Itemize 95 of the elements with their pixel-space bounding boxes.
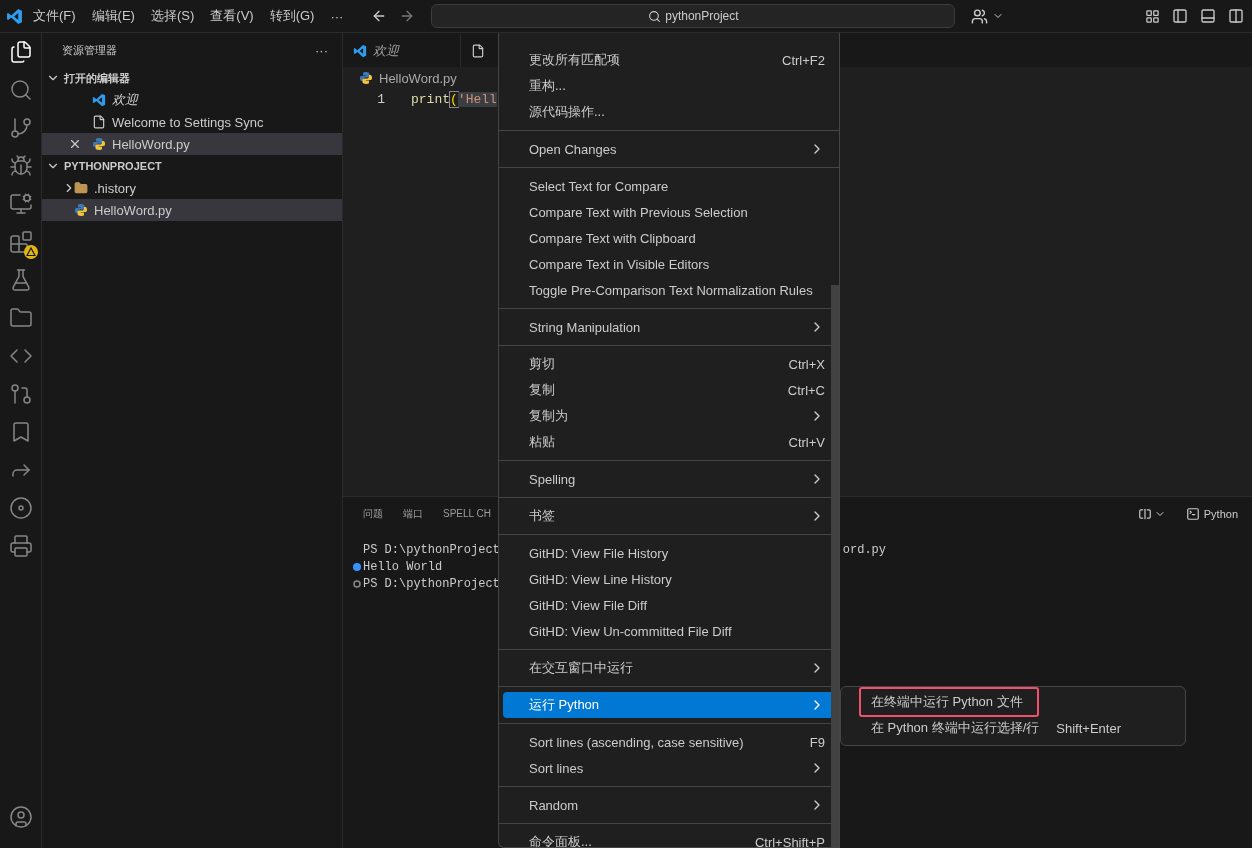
menu-item[interactable]: Compare Text with Clipboard xyxy=(503,225,835,251)
folder-icon xyxy=(74,181,88,195)
tree-item[interactable]: HelloWord.py xyxy=(42,199,342,221)
account-icon[interactable] xyxy=(7,804,34,830)
tree-item[interactable]: .history xyxy=(42,177,342,199)
close-icon[interactable] xyxy=(68,137,82,151)
search-icon xyxy=(648,9,662,23)
menu-item[interactable]: 转到(G) xyxy=(263,7,321,25)
panel-tab[interactable]: 端口 xyxy=(403,506,423,522)
menu-item[interactable]: 在终端中运行 Python 文件 xyxy=(859,687,1039,717)
section-title: 打开的编辑器 xyxy=(64,70,130,86)
shortcut: Ctrl+V xyxy=(788,434,825,450)
python-icon xyxy=(92,137,106,151)
menu-item[interactable]: 复制 Ctrl+C xyxy=(503,377,835,403)
tree-item[interactable]: 欢迎 xyxy=(42,89,342,111)
section-header[interactable]: 打开的编辑器 xyxy=(42,67,342,89)
menu-item[interactable]: Select Text for Compare xyxy=(503,173,835,199)
menu-item[interactable]: 更改所有匹配项 Ctrl+F2 xyxy=(503,47,835,73)
terminal-icon xyxy=(1185,507,1200,521)
menu-item[interactable]: Compare Text with Previous Selection xyxy=(503,199,835,225)
vscode-logo-icon xyxy=(6,7,23,25)
menu-item[interactable]: 重构... xyxy=(503,73,835,99)
menu-item[interactable]: Spelling xyxy=(503,466,835,492)
shortcut: Ctrl+X xyxy=(788,356,825,372)
status-dot-icon xyxy=(353,579,361,588)
shortcut: Ctrl+Shift+P xyxy=(754,834,825,847)
menu-item[interactable]: Toggle Pre-Comparison Text Normalization Rules xyxy=(503,277,835,303)
shortcut: F9 xyxy=(809,734,825,750)
menu-item[interactable]: Compare Text in Visible Editors xyxy=(503,251,835,277)
menu-item[interactable]: Sort lines xyxy=(503,755,835,781)
shortcut: Ctrl+F2 xyxy=(782,52,825,68)
menu-item[interactable]: GitHD: View File History xyxy=(503,540,835,566)
search-field[interactable]: pythonProject xyxy=(431,4,956,28)
more-button[interactable]: ··· xyxy=(315,42,328,58)
menu-item[interactable]: 编辑(E) xyxy=(85,7,141,25)
menu-item[interactable]: 粘贴 Ctrl+V xyxy=(503,429,835,455)
panel-tab[interactable]: 问题 xyxy=(363,506,383,522)
more-menu[interactable]: ··· xyxy=(324,8,350,24)
python-icon xyxy=(74,203,88,217)
layout-icon[interactable] xyxy=(1145,8,1160,24)
menu-item[interactable]: 查看(V) xyxy=(204,7,260,25)
menu-item[interactable]: 复制为 xyxy=(503,403,835,429)
menu-item[interactable]: Open Changes xyxy=(503,136,835,162)
shortcut: Ctrl+C xyxy=(787,382,825,398)
menu-item[interactable]: Random xyxy=(503,792,835,818)
menu-item[interactable]: GitHD: View Line History xyxy=(503,566,835,592)
music-icon[interactable] xyxy=(7,495,34,521)
file-name: 欢迎 xyxy=(112,91,138,109)
vscode-logo-icon xyxy=(353,43,367,58)
menu-item[interactable]: String Manipulation xyxy=(503,314,835,340)
typewriter-icon[interactable] xyxy=(7,533,34,559)
menu-item[interactable]: 选择(S) xyxy=(144,7,201,25)
run-icon[interactable] xyxy=(7,153,34,179)
split-terminal-icon[interactable] xyxy=(1137,507,1152,521)
terminal-line: PS D:\pythonProject xyxy=(363,576,500,591)
panel-toggle-icon[interactable] xyxy=(1200,8,1216,24)
menu-item[interactable]: 剪切 Ctrl+X xyxy=(503,351,835,377)
menu-item[interactable]: 文件(F) xyxy=(27,7,82,25)
menu-item[interactable]: 在交互窗口中运行 xyxy=(503,655,835,681)
accounts-icon[interactable] xyxy=(971,7,989,25)
remote-icon[interactable] xyxy=(7,191,34,217)
section-title: PYTHONPROJECT xyxy=(64,160,162,172)
menu-item[interactable]: GitHD: View File Diff xyxy=(503,592,835,618)
terminal-name[interactable]: Python xyxy=(1203,508,1238,520)
vscode-logo-icon xyxy=(92,93,106,107)
file-icon xyxy=(92,115,106,129)
split-layout-icon[interactable] xyxy=(1228,8,1244,24)
terminal-line: ord.py xyxy=(842,542,886,557)
terminal-line: PS D:\pythonProject xyxy=(363,542,500,557)
line-number: 1 xyxy=(376,91,385,107)
panel-tab[interactable]: SPELL CH xyxy=(443,508,491,520)
code-function: print xyxy=(411,91,450,107)
file-name: Welcome to Settings Sync xyxy=(112,114,264,130)
python-icon xyxy=(359,71,373,85)
tree-item[interactable]: Welcome to Settings Sync xyxy=(42,111,342,133)
terminal-line: Hello World xyxy=(363,559,443,574)
tree-item[interactable]: HelloWord.py xyxy=(42,133,342,155)
shortcut: Shift+Enter xyxy=(1056,720,1121,736)
file-name: HelloWord.py xyxy=(94,202,172,218)
code-string: 'Hell xyxy=(457,91,497,107)
scrollbar[interactable] xyxy=(831,285,839,847)
file-icon xyxy=(471,43,485,58)
sidebar-toggle-icon[interactable] xyxy=(1172,8,1188,24)
section-header[interactable]: PYTHONPROJECT xyxy=(42,155,342,177)
menu-item[interactable]: Sort lines (ascending, case sensitive) F9 xyxy=(503,729,835,755)
sidebar-title: 资源管理器 xyxy=(62,42,117,58)
breadcrumb[interactable]: HelloWord.py xyxy=(379,70,457,86)
warning-icon xyxy=(23,245,38,259)
menu-item[interactable]: 书签 xyxy=(503,503,835,529)
file-name: .history xyxy=(94,180,136,196)
status-dot-icon xyxy=(353,562,361,571)
code-paren: ( xyxy=(450,91,458,107)
menu-item[interactable]: GitHD: View Un-committed File Diff xyxy=(503,618,835,644)
file-name: HelloWord.py xyxy=(112,136,190,152)
menu-item[interactable]: 源代码操作... xyxy=(503,99,835,125)
